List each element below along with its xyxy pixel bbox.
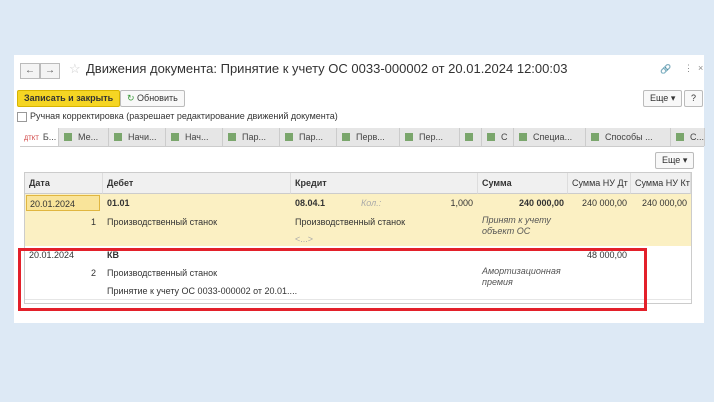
tab-5[interactable]: Пар... — [279, 128, 337, 146]
col-credit[interactable]: Кредит — [291, 173, 478, 194]
credit-subconto[interactable]: Производственный станок — [295, 217, 405, 227]
save-close-button[interactable]: Записать и закрыть — [17, 90, 121, 107]
sum-nu-kt[interactable]: 240 000,00 — [631, 198, 687, 208]
tab-6[interactable]: Перв... — [336, 128, 400, 146]
credit-subconto-empty[interactable]: <...> — [295, 234, 313, 244]
tab-9[interactable]: С — [481, 128, 514, 146]
favorite-star-icon[interactable]: ☆ — [69, 61, 81, 77]
qty-value[interactable]: 1,000 — [425, 198, 473, 208]
col-sum-nu-kt[interactable]: Сумма НУ Кт — [631, 173, 691, 194]
back-button[interactable]: ← — [20, 63, 40, 79]
register-icon — [342, 133, 350, 141]
manual-correction-label: Ручная корректировка (разрешает редактир… — [30, 111, 338, 121]
tab-2[interactable]: Начи... — [108, 128, 166, 146]
more-label: Еще — [650, 93, 669, 103]
register-icon — [228, 133, 236, 141]
tab-7[interactable]: Пер... — [399, 128, 460, 146]
tab-4[interactable]: Пар... — [222, 128, 280, 146]
tab-11[interactable]: Способы ... — [585, 128, 671, 146]
grid-more-label: Еще — [662, 155, 681, 165]
more-button[interactable]: Еще ▾ — [643, 90, 683, 107]
tab-bar: ДТКТ Б... Ме... Начи... Нач... Пар... Пар… — [20, 128, 705, 147]
forward-button[interactable]: → — [40, 63, 60, 79]
tab-12[interactable]: С... — [670, 128, 705, 146]
refresh-button[interactable]: ↻ Обновить — [120, 90, 185, 107]
tab-3[interactable]: Нач... — [165, 128, 223, 146]
col-date[interactable]: Дата — [25, 173, 103, 194]
register-icon — [171, 133, 179, 141]
help-button[interactable]: ? — [684, 90, 704, 107]
tab-8[interactable] — [459, 128, 482, 146]
refresh-icon: ↻ — [127, 93, 138, 103]
manual-correction-checkbox[interactable] — [17, 112, 27, 122]
register-icon — [591, 133, 599, 141]
register-icon — [519, 133, 527, 141]
credit-account[interactable]: 08.04.1 — [295, 198, 325, 208]
window-title: Движения документа: Принятие к учету ОС … — [86, 61, 568, 76]
row-number: 1 — [91, 217, 97, 227]
register-icon — [64, 133, 72, 141]
menu-dots-icon[interactable]: ⋮ — [684, 63, 693, 74]
table-row[interactable]: 20.01.2024 1 01.01 Производственный стан… — [25, 194, 691, 246]
highlight-box — [18, 248, 647, 311]
sum-nu-dt[interactable]: 240 000,00 — [568, 198, 627, 208]
debit-subconto[interactable]: Производственный станок — [107, 217, 217, 227]
dt-kt-icon: ДТКТ — [24, 136, 39, 142]
register-icon — [676, 133, 684, 141]
date-cell[interactable]: 20.01.2024 — [26, 195, 100, 211]
refresh-label: Обновить — [137, 93, 178, 103]
content-text[interactable]: Принят к учету объект ОС — [482, 215, 562, 237]
register-icon — [405, 133, 413, 141]
grid-more-button[interactable]: Еще ▾ — [655, 152, 695, 169]
debit-account[interactable]: 01.01 — [107, 198, 130, 208]
close-icon[interactable]: × — [698, 63, 703, 73]
col-sum[interactable]: Сумма — [478, 173, 568, 194]
col-debit[interactable]: Дебет — [103, 173, 291, 194]
col-sum-nu-dt[interactable]: Сумма НУ Дт — [568, 173, 631, 194]
register-icon — [114, 133, 122, 141]
register-icon — [465, 133, 473, 141]
qty-label: Кол.: — [361, 198, 382, 208]
register-icon — [285, 133, 293, 141]
sum-value[interactable]: 240 000,00 — [478, 198, 564, 208]
tab-1[interactable]: Ме... — [58, 128, 109, 146]
link-icon[interactable]: 🔗 — [660, 64, 671, 75]
register-icon — [487, 133, 495, 141]
tab-accounting[interactable]: ДТКТ Б... — [20, 128, 59, 146]
tab-10[interactable]: Специа... — [513, 128, 586, 146]
document-movements-window: ← → ☆ Движения документа: Принятие к уче… — [14, 55, 705, 323]
